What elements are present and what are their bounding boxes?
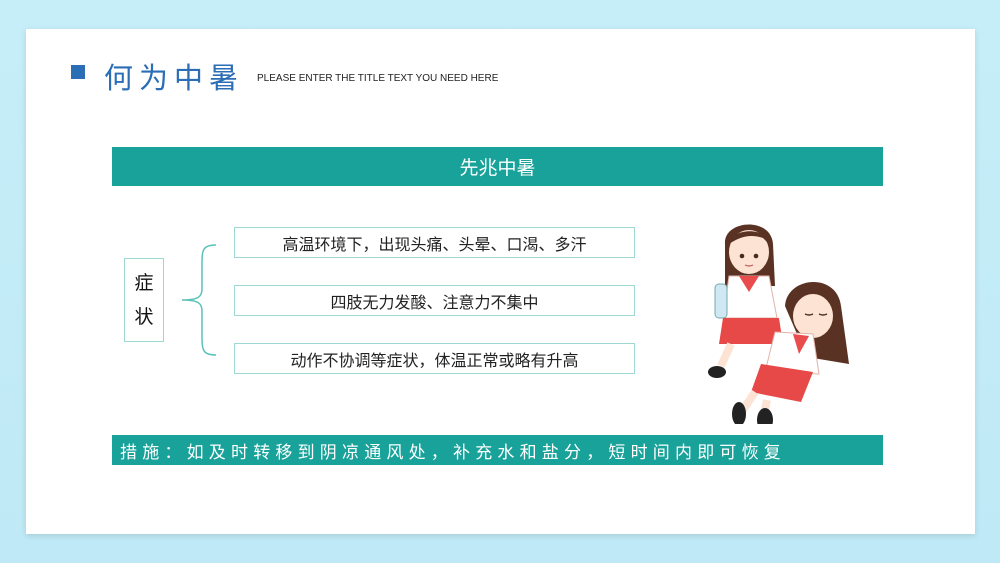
symptom-item-3: 动作不协调等症状，体温正常或略有升高 bbox=[234, 343, 635, 374]
symptom-label-line1: 症 bbox=[134, 272, 154, 294]
symptom-item-text: 动作不协调等症状，体温正常或略有升高 bbox=[290, 350, 579, 370]
symptom-label-line2: 状 bbox=[134, 306, 154, 328]
symptom-item-text: 高温环境下，出现头痛、头晕、口渴、多汗 bbox=[282, 234, 587, 254]
square-marker-icon bbox=[71, 65, 85, 79]
symptom-item-1: 高温环境下，出现头痛、头晕、口渴、多汗 bbox=[234, 227, 635, 258]
measures-bar: 措施：如及时转移到阴凉通风处，补充水和盐分，短时间内即可恢复 bbox=[112, 435, 883, 465]
symptom-label-box: 症 状 bbox=[124, 258, 164, 342]
slide-canvas: 何为中暑 PLEASE ENTER THE TITLE TEXT YOU NEE… bbox=[26, 29, 975, 534]
symptom-item-2: 四肢无力发酸、注意力不集中 bbox=[234, 285, 635, 316]
page-subtitle: PLEASE ENTER THE TITLE TEXT YOU NEED HER… bbox=[257, 73, 499, 84]
measures-text: 措施：如及时转移到阴凉通风处，补充水和盐分，短时间内即可恢复 bbox=[120, 442, 786, 463]
section-banner: 先兆中暑 bbox=[112, 147, 883, 186]
symptom-item-text: 四肢无力发酸、注意力不集中 bbox=[330, 292, 539, 312]
page-title: 何为中暑 bbox=[104, 61, 245, 95]
two-schoolgirls-illustration bbox=[708, 224, 849, 424]
section-banner-label: 先兆中暑 bbox=[459, 157, 536, 179]
curly-brace-icon bbox=[181, 244, 217, 356]
